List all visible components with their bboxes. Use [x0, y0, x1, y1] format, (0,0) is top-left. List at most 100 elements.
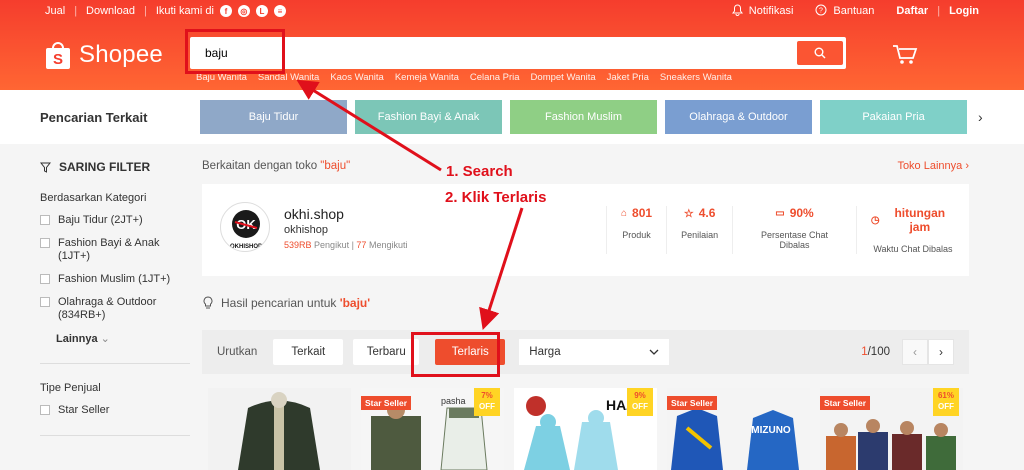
total-pages: /100 — [867, 346, 890, 358]
stat-label: Waktu Chat Dibalas — [873, 244, 953, 254]
shopee-logo[interactable]: S Shopee — [45, 40, 163, 70]
seller-option[interactable]: Star Seller — [40, 404, 190, 417]
category-label: Baju Tidur (2JT+) — [58, 214, 143, 226]
stat-rating: ☆ 4.6 Penilaian — [666, 206, 732, 254]
product-card[interactable] — [208, 388, 351, 470]
stat-chat-rate: ▭ 90% Persentase Chat Dibalas — [732, 206, 856, 254]
more-categories-button[interactable]: Lainnya ⌄ — [56, 332, 190, 345]
annotation-step1: 1. Search — [446, 163, 513, 180]
product-card[interactable]: MIZUNO Star Seller — [667, 388, 810, 470]
download-link[interactable]: Download — [86, 5, 135, 17]
filter-icon — [40, 162, 51, 173]
facebook-icon[interactable]: f — [219, 5, 232, 17]
discount-badge: 9% OFF — [627, 388, 653, 416]
shop-related-label: Berkaitan dengan toko — [202, 160, 321, 172]
shop-username: okhishop — [284, 224, 329, 236]
search-button[interactable] — [797, 41, 843, 65]
bell-icon[interactable] — [731, 3, 743, 19]
cart-icon[interactable] — [892, 44, 918, 69]
product-card[interactable]: Star Seller 61% OFF — [820, 388, 963, 470]
stat-label: Produk — [622, 230, 651, 240]
next-page-button[interactable]: › — [928, 339, 954, 365]
checkbox[interactable] — [40, 274, 50, 284]
related-chip[interactable]: Pakaian Pria — [820, 100, 967, 134]
mini-pagination: 1/100 ‹ › — [861, 339, 954, 365]
product-brand-text: pasha — [441, 396, 466, 406]
suggestion-link[interactable]: Dompet Wanita — [531, 72, 596, 83]
line-icon[interactable]: L — [255, 5, 268, 17]
star-seller-badge: Star Seller — [361, 396, 412, 410]
related-chip[interactable]: Olahraga & Outdoor — [665, 100, 812, 134]
discount-badge: 61% OFF — [933, 388, 959, 416]
category-label: Fashion Bayi & Anak (1JT+) — [58, 237, 160, 262]
brand-name: Shopee — [79, 41, 163, 68]
search-result-heading: Hasil pencarian untuk 'baju' — [202, 296, 969, 310]
suggestion-link[interactable]: Celana Pria — [470, 72, 520, 83]
discount-off: OFF — [632, 402, 648, 411]
filter-sidebar: SARING FILTER Berdasarkan Kategori Baju … — [40, 160, 190, 436]
related-searches: Pencarian Terkait Baju Tidur Fashion Bay… — [0, 90, 1024, 144]
suggestion-link[interactable]: Sneakers Wanita — [660, 72, 732, 83]
chevron-down-icon — [649, 349, 659, 355]
login-link[interactable]: Login — [949, 5, 979, 17]
stat-chat-time: ◷ hitungan jam Waktu Chat Dibalas — [855, 206, 969, 254]
sort-label: Urutkan — [217, 346, 258, 358]
following-count: 77 — [356, 240, 367, 250]
discount-value: 7% — [481, 391, 493, 400]
checkbox[interactable] — [40, 238, 50, 248]
lightbulb-icon — [203, 296, 213, 309]
suggestion-link[interactable]: Kaos Wanita — [330, 72, 384, 83]
category-option[interactable]: Olahraga & Outdoor (834RB+) — [40, 296, 190, 322]
price-sort-label: Harga — [529, 346, 561, 358]
notifications-link[interactable]: Notifikasi — [749, 5, 794, 17]
chat-icon[interactable]: ≡ — [273, 5, 286, 17]
checkbox[interactable] — [40, 297, 50, 307]
shop-section-header: Berkaitan dengan toko "baju" Toko Lainny… — [202, 160, 969, 172]
shop-keyword: "baju" — [320, 160, 351, 172]
category-option[interactable]: Fashion Bayi & Anak (1JT+) — [40, 237, 190, 263]
store-icon: ⌂ — [621, 207, 628, 219]
sort-relevance-button[interactable]: Terkait — [273, 339, 344, 365]
product-brand-text: MIZUNO — [751, 425, 791, 436]
related-chip[interactable]: Fashion Muslim — [510, 100, 657, 134]
discount-off: OFF — [479, 402, 495, 411]
result-keyword: 'baju' — [339, 296, 371, 310]
related-chip[interactable]: Fashion Bayi & Anak — [355, 100, 502, 134]
price-sort-select[interactable]: Harga — [519, 339, 670, 365]
seller-label: Star Seller — [58, 404, 110, 416]
chevron-right-icon[interactable]: › — [978, 109, 983, 125]
sell-link[interactable]: Jual — [45, 5, 65, 17]
filter-header: SARING FILTER — [40, 160, 190, 174]
discount-off: OFF — [938, 402, 954, 411]
related-chip[interactable]: Baju Tidur — [200, 100, 347, 134]
more-shops-link[interactable]: Toko Lainnya › — [897, 160, 969, 172]
category-option[interactable]: Fashion Muslim (1JT+) — [40, 273, 190, 286]
stat-value: 4.6 — [698, 206, 716, 220]
product-card[interactable]: pasha Star Seller 7% OFF — [361, 388, 504, 470]
prev-page-button[interactable]: ‹ — [902, 339, 928, 365]
product-image — [208, 388, 351, 470]
main-content: Berkaitan dengan toko "baju" Toko Lainny… — [202, 160, 969, 374]
sort-newest-button[interactable]: Terbaru — [353, 339, 420, 365]
page-indicator: 1/100 — [861, 346, 890, 358]
help-link[interactable]: Bantuan — [833, 5, 874, 17]
product-grid: pasha Star Seller 7%OFF HAZM 9%OFF MIZUN… — [208, 388, 963, 470]
discount-value: 9% — [634, 391, 646, 400]
checkbox[interactable] — [40, 215, 50, 225]
help-icon[interactable]: ? — [815, 4, 827, 19]
follow-label: Ikuti kami di — [155, 5, 214, 17]
divider — [40, 363, 190, 364]
shop-name[interactable]: okhi.shop — [284, 206, 344, 222]
register-link[interactable]: Daftar — [896, 5, 928, 17]
suggestion-link[interactable]: Kemeja Wanita — [395, 72, 459, 83]
category-option[interactable]: Baju Tidur (2JT+) — [40, 214, 190, 227]
suggestion-link[interactable]: Jaket Pria — [607, 72, 649, 83]
shop-card[interactable]: OKOKHISHOP okhi.shop okhishop 539RB Peng… — [202, 184, 969, 276]
product-card[interactable]: HAZM 9%OFF — [514, 388, 657, 470]
instagram-icon[interactable]: ◎ — [237, 5, 250, 17]
filter-title: SARING FILTER — [59, 160, 151, 174]
discount-badge: 7% OFF — [474, 388, 500, 416]
checkbox[interactable] — [40, 405, 50, 415]
shop-avatar[interactable]: OKOKHISHOP — [220, 202, 270, 252]
search-icon — [814, 47, 826, 59]
